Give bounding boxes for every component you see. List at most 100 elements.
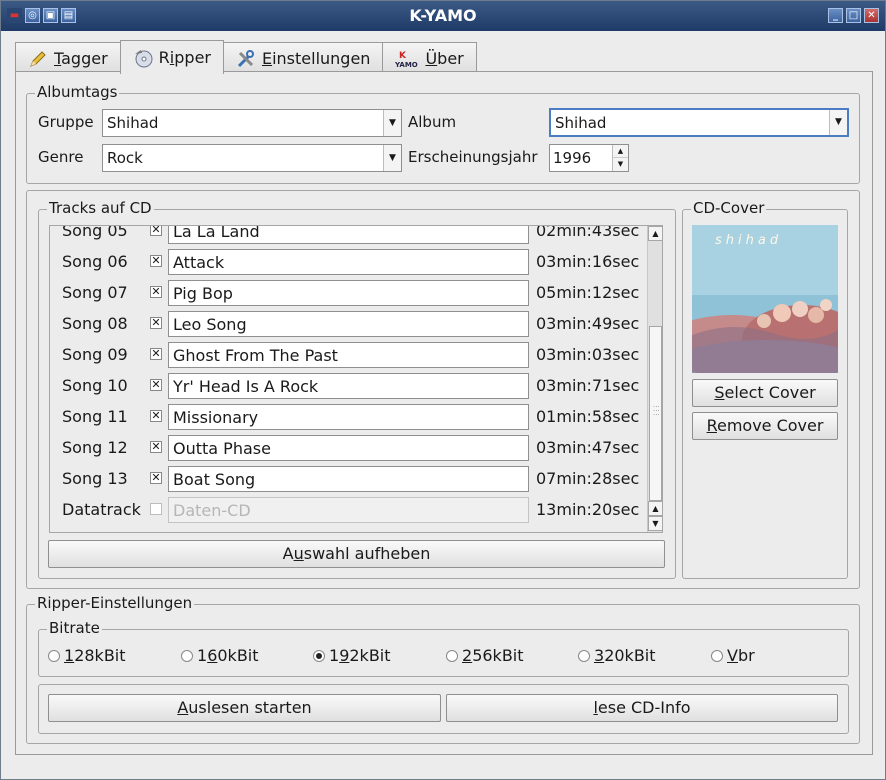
track-checkbox[interactable]: ✕ [150, 472, 162, 484]
track-duration: 07min:28sec [536, 469, 640, 488]
tab-bar: Tagger Ripper Einstellungen K YAMO Über [15, 40, 477, 74]
select-cover-button[interactable]: Select Cover [692, 379, 838, 407]
genre-value: Rock [107, 149, 143, 167]
radio-indicator [181, 649, 193, 662]
track-row: Song 06 ✕ Attack 03min:16sec [50, 247, 648, 278]
tab-ueber[interactable]: K YAMO Über [382, 42, 477, 74]
deselect-button[interactable]: Auswahl aufheben [48, 540, 665, 568]
keep-above-icon[interactable]: ▤ [61, 8, 76, 23]
gruppe-combo[interactable]: Shihad ▼ [102, 109, 402, 137]
gruppe-label: Gruppe [38, 113, 94, 131]
track-title-input[interactable]: Yr' Head Is A Rock [168, 373, 529, 399]
bitrate-256-label: 256kBit [462, 646, 524, 665]
genre-combo[interactable]: Rock ▼ [102, 144, 402, 172]
scroll-down-icon[interactable]: ▼ [648, 516, 662, 531]
pencil-icon [28, 49, 48, 69]
tab-tagger[interactable]: Tagger [15, 42, 121, 74]
album-value: Shihad [555, 114, 607, 132]
track-title-input[interactable]: Boat Song [168, 466, 529, 492]
track-number: Song 06 [62, 252, 128, 271]
track-number: Song 09 [62, 345, 128, 364]
track-title-input[interactable]: Ghost From The Past [168, 342, 529, 368]
minimize-icon[interactable]: _ [828, 8, 843, 23]
track-duration: 02min:43sec [536, 225, 640, 240]
titlebar-left-buttons: ▬ ◎ ▣ ▤ [7, 8, 76, 23]
track-list: Song 05 ✕ La La Land 02min:43sec Song 06… [49, 225, 663, 533]
track-checkbox[interactable]: ✕ [150, 348, 162, 360]
track-checkbox[interactable]: ✕ [150, 317, 162, 329]
track-number: Song 05 [62, 225, 128, 240]
tools-icon [236, 49, 256, 69]
titlebar-right-buttons: _ □ ✕ [828, 8, 879, 23]
tab-tagger-label: Tagger [54, 49, 108, 68]
track-row: Song 09 ✕ Ghost From The Past 03min:03se… [50, 340, 648, 371]
track-checkbox[interactable]: ✕ [150, 226, 162, 236]
track-checkbox[interactable]: ✕ [150, 379, 162, 391]
track-checkbox[interactable]: ✕ [150, 441, 162, 453]
track-title-input[interactable]: Leo Song [168, 311, 529, 337]
chevron-down-icon[interactable]: ▼ [383, 145, 401, 171]
track-duration: 13min:20sec [536, 500, 640, 519]
bitrate-320-radio[interactable]: 320kBit [578, 646, 656, 665]
track-title-input[interactable]: Pig Bop [168, 280, 529, 306]
track-title-input[interactable]: Attack [168, 249, 529, 275]
chevron-down-icon[interactable]: ▼ [829, 110, 847, 135]
sticky-icon[interactable]: ◎ [25, 8, 40, 23]
radio-indicator [48, 649, 60, 662]
bitrate-192-radio[interactable]: 192kBit [313, 646, 391, 665]
track-number: Song 10 [62, 376, 128, 395]
track-list-scrollbar[interactable]: ▲ ··· ··· ··· ▲ ▼ [647, 226, 662, 532]
bitrate-vbr-label: Vbr [727, 646, 755, 665]
window-menu-icon[interactable]: ▬ [7, 8, 22, 23]
bitrate-160-radio[interactable]: 160kBit [181, 646, 259, 665]
bitrate-256-radio[interactable]: 256kBit [446, 646, 524, 665]
maximize-icon[interactable]: □ [846, 8, 861, 23]
tab-ueber-label: Über [425, 49, 464, 68]
bitrate-vbr-radio[interactable]: Vbr [711, 646, 755, 665]
track-row: Song 10 ✕ Yr' Head Is A Rock 03min:71sec [50, 371, 648, 402]
track-duration: 03min:71sec [536, 376, 640, 395]
spin-up-icon[interactable]: ▲ [612, 145, 628, 158]
genre-label: Genre [38, 148, 84, 166]
track-title-input[interactable]: Missionary [168, 404, 529, 430]
year-label: Erscheinungsjahr [408, 148, 538, 166]
tab-einstellungen[interactable]: Einstellungen [222, 42, 384, 74]
ripper-settings-legend: Ripper-Einstellungen [35, 594, 195, 612]
shade-icon[interactable]: ▣ [43, 8, 58, 23]
radio-indicator [313, 649, 325, 662]
track-title-input[interactable]: La La Land [168, 226, 529, 244]
title-bar[interactable]: ▬ ◎ ▣ ▤ K-YAMO _ □ ✕ [1, 1, 885, 31]
spin-down-icon[interactable]: ▼ [612, 158, 628, 171]
track-number: Song 13 [62, 469, 128, 488]
close-icon[interactable]: ✕ [864, 8, 879, 23]
track-checkbox[interactable] [150, 503, 162, 515]
remove-cover-button[interactable]: Remove Cover [692, 412, 838, 440]
track-number: Song 12 [62, 438, 128, 457]
track-number: Song 08 [62, 314, 128, 333]
cd-icon [133, 48, 153, 68]
scrollbar-thumb[interactable]: ··· ··· ··· [649, 326, 662, 501]
tab-einstellungen-label: Einstellungen [261, 49, 371, 68]
radio-indicator [446, 649, 458, 662]
cover-legend: CD-Cover [691, 199, 767, 217]
radio-indicator [711, 649, 723, 662]
chevron-down-icon[interactable]: ▼ [383, 110, 401, 136]
read-cd-info-button[interactable]: lese CD-Info [446, 694, 838, 722]
svg-text:K: K [399, 51, 407, 61]
scroll-up-icon[interactable]: ▲ [648, 226, 662, 241]
year-spinbox[interactable]: 1996 ▲ ▼ [549, 144, 629, 172]
tab-ripper-label: Ripper [158, 48, 211, 67]
track-checkbox[interactable]: ✕ [150, 286, 162, 298]
albumtags-legend: Albumtags [35, 83, 120, 101]
scroll-up-icon[interactable]: ▲ [648, 501, 662, 516]
track-title-input: Daten-CD [168, 497, 529, 523]
track-checkbox[interactable]: ✕ [150, 410, 162, 422]
tab-ripper[interactable]: Ripper [119, 40, 224, 74]
album-combo[interactable]: Shihad ▼ [549, 108, 849, 137]
track-row: Song 11 ✕ Missionary 01min:58sec [50, 402, 648, 433]
start-rip-button[interactable]: Auslesen starten [48, 694, 441, 722]
track-checkbox[interactable]: ✕ [150, 255, 162, 267]
track-title-input[interactable]: Outta Phase [168, 435, 529, 461]
track-duration: 03min:49sec [536, 314, 640, 333]
bitrate-128-radio[interactable]: 128kBit [48, 646, 126, 665]
